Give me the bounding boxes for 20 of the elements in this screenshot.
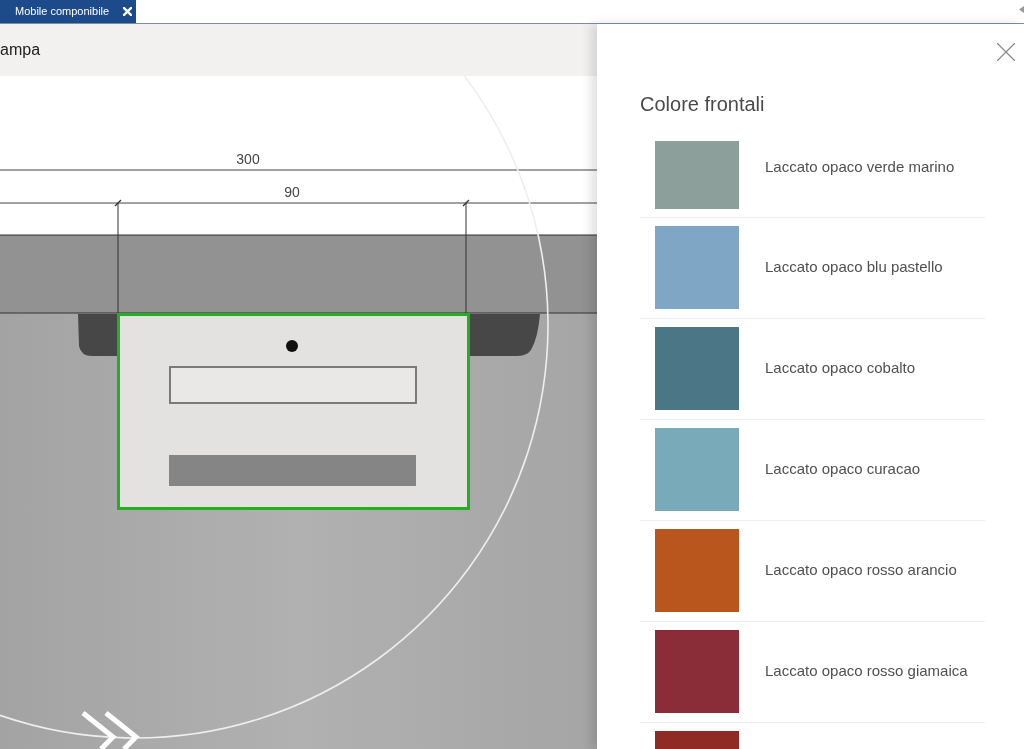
close-icon bbox=[997, 43, 1015, 61]
finish-option[interactable]: Laccato opaco blu pastello bbox=[640, 218, 985, 319]
triangle-icon[interactable] bbox=[1019, 6, 1024, 13]
close-button[interactable] bbox=[997, 43, 1015, 61]
tab-close-button[interactable] bbox=[123, 7, 132, 16]
finish-option[interactable]: Laccato opaco verde marino bbox=[640, 131, 985, 218]
close-icon bbox=[123, 7, 132, 16]
toolbar-item[interactable]: ampa bbox=[0, 38, 41, 62]
finish-option[interactable]: Laccato opaco curacao bbox=[640, 420, 985, 521]
finish-option[interactable]: Laccato opaco rosso giamaica bbox=[640, 622, 985, 723]
double-chevron-icon[interactable] bbox=[81, 711, 140, 749]
dimension-label: 90 bbox=[284, 184, 300, 200]
finish-option[interactable]: Laccato opaco rosso arancio bbox=[640, 521, 985, 622]
dimension-label: 300 bbox=[236, 151, 260, 167]
knob-icon bbox=[286, 340, 298, 352]
side-block bbox=[78, 314, 118, 356]
panel-title: Colore frontali bbox=[640, 92, 765, 117]
side-block bbox=[469, 314, 540, 356]
tab[interactable]: Mobile componibile bbox=[0, 0, 136, 23]
finish-option[interactable]: Laccato opaco cobalto bbox=[640, 319, 985, 420]
